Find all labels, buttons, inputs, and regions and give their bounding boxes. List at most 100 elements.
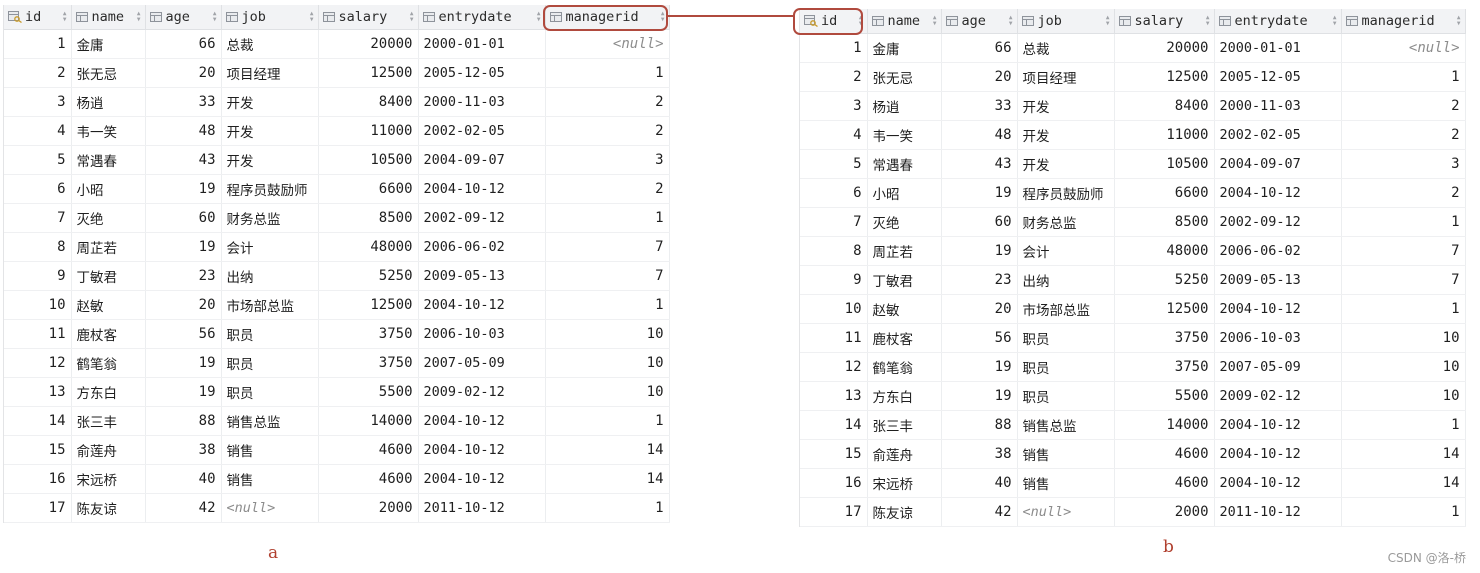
cell-entrydate[interactable]: 2002-09-12 — [418, 203, 546, 233]
cell-entrydate[interactable]: 2002-02-05 — [1214, 120, 1342, 150]
table-row[interactable]: 16 宋远桥 40 销售 4600 2004-10-12 14 — [800, 468, 1466, 498]
table-row[interactable]: 17 陈友谅 42 <null> 2000 2011-10-12 1 — [4, 493, 670, 523]
cell-job[interactable]: 财务总监 — [1017, 207, 1115, 237]
cell-job[interactable]: 销售 — [221, 435, 319, 465]
cell-entrydate[interactable]: 2004-10-12 — [418, 435, 546, 465]
cell-id[interactable]: 6 — [800, 178, 868, 208]
cell-id[interactable]: 11 — [800, 323, 868, 353]
cell-name[interactable]: 张三丰 — [71, 406, 146, 436]
cell-job[interactable]: 销售 — [221, 464, 319, 494]
cell-age[interactable]: 42 — [941, 497, 1018, 527]
cell-salary[interactable]: 12500 — [318, 58, 419, 88]
cell-name[interactable]: 鹿杖客 — [71, 319, 146, 349]
cell-entrydate[interactable]: 2006-10-03 — [1214, 323, 1342, 353]
cell-entrydate[interactable]: 2000-01-01 — [418, 29, 546, 59]
cell-id[interactable]: 13 — [4, 377, 72, 407]
cell-id[interactable]: 3 — [800, 91, 868, 121]
cell-entrydate[interactable]: 2004-10-12 — [1214, 468, 1342, 498]
cell-job[interactable]: 开发 — [1017, 91, 1115, 121]
cell-age[interactable]: 20 — [941, 294, 1018, 324]
cell-managerid[interactable]: <null> — [545, 29, 670, 59]
cell-age[interactable]: 20 — [145, 58, 222, 88]
cell-managerid[interactable]: 14 — [1341, 468, 1466, 498]
cell-job[interactable]: 职员 — [1017, 352, 1115, 382]
cell-salary[interactable]: 8500 — [318, 203, 419, 233]
cell-managerid[interactable]: 14 — [545, 435, 670, 465]
table-row[interactable]: 1 金庸 66 总裁 20000 2000-01-01 <null> — [800, 33, 1466, 63]
cell-entrydate[interactable]: 2006-10-03 — [418, 319, 546, 349]
table-row[interactable]: 13 方东白 19 职员 5500 2009-02-12 10 — [800, 381, 1466, 411]
cell-id[interactable]: 16 — [4, 464, 72, 494]
column-header-name[interactable]: name ▲ ▼ — [71, 5, 146, 30]
cell-name[interactable]: 方东白 — [71, 377, 146, 407]
cell-age[interactable]: 42 — [145, 493, 222, 523]
cell-job[interactable]: 职员 — [221, 348, 319, 378]
cell-entrydate[interactable]: 2004-09-07 — [418, 145, 546, 175]
sort-icon[interactable]: ▲ ▼ — [137, 11, 141, 23]
table-row[interactable]: 12 鹤笔翁 19 职员 3750 2007-05-09 10 — [4, 348, 670, 378]
cell-salary[interactable]: 6600 — [1114, 178, 1215, 208]
cell-job[interactable]: 程序员鼓励师 — [221, 174, 319, 204]
cell-age[interactable]: 19 — [941, 352, 1018, 382]
cell-managerid[interactable]: 10 — [1341, 352, 1466, 382]
cell-managerid[interactable]: 3 — [545, 145, 670, 175]
cell-age[interactable]: 33 — [145, 87, 222, 117]
cell-salary[interactable]: 5250 — [1114, 265, 1215, 295]
cell-id[interactable]: 1 — [800, 33, 868, 63]
cell-name[interactable]: 方东白 — [867, 381, 942, 411]
cell-managerid[interactable]: 7 — [545, 261, 670, 291]
cell-salary[interactable]: 20000 — [1114, 33, 1215, 63]
cell-entrydate[interactable]: 2000-11-03 — [418, 87, 546, 117]
cell-age[interactable]: 43 — [941, 149, 1018, 179]
cell-age[interactable]: 19 — [941, 236, 1018, 266]
cell-age[interactable]: 19 — [941, 178, 1018, 208]
cell-managerid[interactable]: 1 — [1341, 207, 1466, 237]
cell-id[interactable]: 17 — [4, 493, 72, 523]
cell-name[interactable]: 张无忌 — [71, 58, 146, 88]
cell-name[interactable]: 张无忌 — [867, 62, 942, 92]
cell-id[interactable]: 9 — [800, 265, 868, 295]
cell-job[interactable]: 出纳 — [1017, 265, 1115, 295]
cell-job[interactable]: 总裁 — [221, 29, 319, 59]
cell-job[interactable]: 项目经理 — [221, 58, 319, 88]
cell-salary[interactable]: 12500 — [1114, 294, 1215, 324]
cell-id[interactable]: 10 — [800, 294, 868, 324]
table-row[interactable]: 3 杨逍 33 开发 8400 2000-11-03 2 — [800, 91, 1466, 121]
cell-id[interactable]: 12 — [4, 348, 72, 378]
column-header-managerid[interactable]: managerid ▲ ▼ — [1341, 9, 1466, 34]
cell-salary[interactable]: 3750 — [1114, 323, 1215, 353]
cell-salary[interactable]: 8400 — [318, 87, 419, 117]
table-row[interactable]: 2 张无忌 20 项目经理 12500 2005-12-05 1 — [4, 58, 670, 88]
cell-id[interactable]: 4 — [800, 120, 868, 150]
cell-managerid[interactable]: 14 — [545, 464, 670, 494]
cell-age[interactable]: 60 — [941, 207, 1018, 237]
cell-name[interactable]: 赵敏 — [71, 290, 146, 320]
cell-entrydate[interactable]: 2009-05-13 — [418, 261, 546, 291]
cell-name[interactable]: 灭绝 — [867, 207, 942, 237]
cell-managerid[interactable]: 1 — [545, 203, 670, 233]
column-header-age[interactable]: age ▲ ▼ — [941, 9, 1018, 34]
cell-id[interactable]: 2 — [800, 62, 868, 92]
cell-name[interactable]: 陈友谅 — [867, 497, 942, 527]
cell-salary[interactable]: 5500 — [1114, 381, 1215, 411]
cell-salary[interactable]: 14000 — [318, 406, 419, 436]
cell-id[interactable]: 15 — [800, 439, 868, 469]
table-row[interactable]: 16 宋远桥 40 销售 4600 2004-10-12 14 — [4, 464, 670, 494]
column-header-job[interactable]: job ▲ ▼ — [221, 5, 319, 30]
cell-age[interactable]: 19 — [145, 377, 222, 407]
cell-job[interactable]: 财务总监 — [221, 203, 319, 233]
cell-entrydate[interactable]: 2007-05-09 — [418, 348, 546, 378]
cell-age[interactable]: 19 — [145, 348, 222, 378]
table-row[interactable]: 9 丁敏君 23 出纳 5250 2009-05-13 7 — [800, 265, 1466, 295]
cell-salary[interactable]: 8500 — [1114, 207, 1215, 237]
cell-job[interactable]: 会计 — [1017, 236, 1115, 266]
cell-job[interactable]: <null> — [1017, 497, 1115, 527]
cell-entrydate[interactable]: 2004-10-12 — [1214, 439, 1342, 469]
cell-managerid[interactable]: 10 — [1341, 381, 1466, 411]
cell-job[interactable]: 销售 — [1017, 468, 1115, 498]
cell-entrydate[interactable]: 2009-02-12 — [1214, 381, 1342, 411]
cell-name[interactable]: 小昭 — [867, 178, 942, 208]
cell-entrydate[interactable]: 2002-09-12 — [1214, 207, 1342, 237]
cell-entrydate[interactable]: 2000-11-03 — [1214, 91, 1342, 121]
column-header-name[interactable]: name ▲ ▼ — [867, 9, 942, 34]
